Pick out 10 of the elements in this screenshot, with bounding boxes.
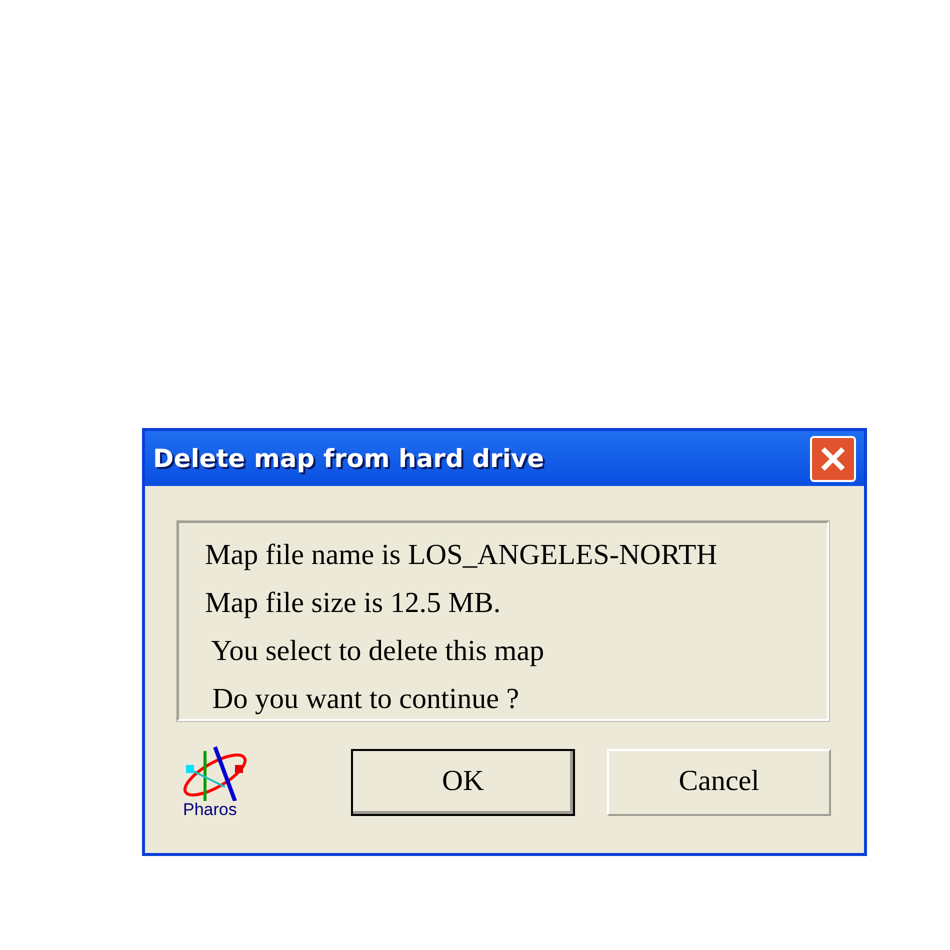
message-text: Map file size is 12.5 MB. xyxy=(205,586,502,621)
dialog-button[interactable]: Cancel xyxy=(607,748,831,816)
dialog-button[interactable]: OK xyxy=(351,748,575,816)
logo-label: Pharos xyxy=(183,801,237,819)
message-text: Map file name is LOS_ANGELES-NORTH xyxy=(205,538,718,573)
close-icon xyxy=(820,446,846,472)
message-text: You select to delete this map xyxy=(210,634,546,669)
message-text: Do you want to continue ? xyxy=(211,682,520,717)
close-button[interactable] xyxy=(810,436,856,482)
window-title: Delete map from hard drive xyxy=(153,442,544,475)
